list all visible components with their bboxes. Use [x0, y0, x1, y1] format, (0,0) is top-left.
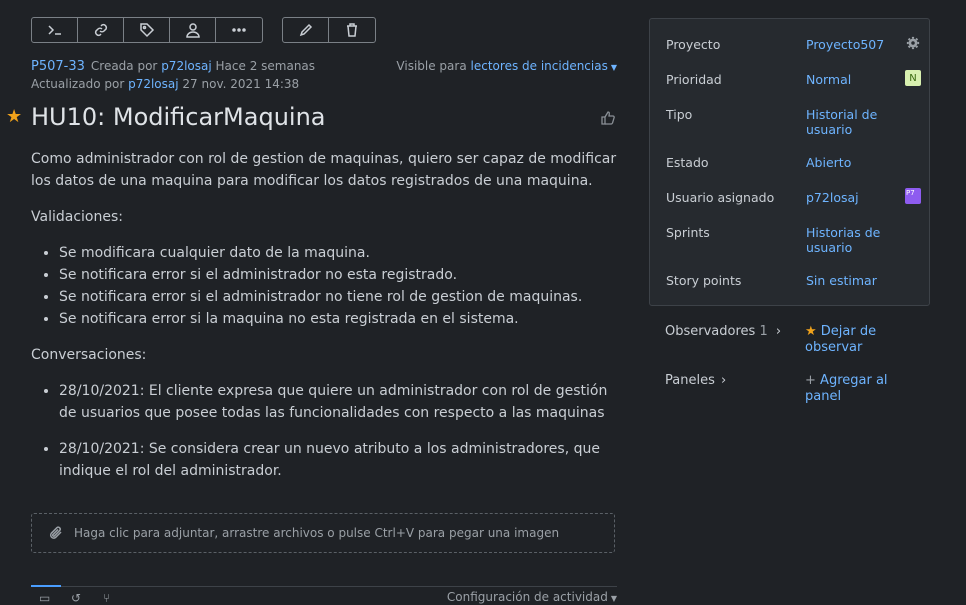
- priority-badge: N: [905, 70, 921, 86]
- conversations-heading: Conversaciones:: [31, 347, 147, 363]
- gear-icon[interactable]: [905, 35, 921, 51]
- terminal-icon: [47, 25, 61, 35]
- list-item: 28/10/2021: El cliente expresa que quier…: [59, 380, 621, 424]
- active-tab-indicator: [31, 585, 61, 587]
- star-icon: ★: [805, 324, 817, 339]
- validations-heading: Validaciones:: [31, 209, 123, 225]
- property-label: Sprints: [666, 225, 710, 240]
- issue-key[interactable]: P507-33: [31, 59, 85, 74]
- property-value[interactable]: Proyecto507: [806, 37, 898, 52]
- property-value[interactable]: Historias de usuario: [806, 225, 898, 255]
- list-item: 28/10/2021: Se considera crear un nuevo …: [59, 438, 621, 482]
- branch-tab-icon[interactable]: ⑂: [103, 591, 110, 605]
- chevron-right-icon: ›: [775, 324, 782, 339]
- property-label: Estado: [666, 155, 709, 170]
- link-button[interactable]: [78, 18, 124, 42]
- caret-down-icon: ▼: [610, 63, 617, 72]
- assign-user-button[interactable]: [170, 18, 216, 42]
- updated-time: 27 nov. 2021 14:38: [182, 77, 300, 91]
- property-value[interactable]: Sin estimar: [806, 273, 898, 288]
- created-prefix: Creada por: [90, 59, 158, 73]
- issue-meta-updated: Actualizado por p72losaj 27 nov. 2021 14…: [31, 77, 299, 91]
- history-tab-icon[interactable]: ↺: [71, 591, 81, 605]
- trash-icon: [347, 23, 357, 37]
- issue-description[interactable]: Como administrador con rol de gestion de…: [31, 148, 621, 496]
- boards-toggle[interactable]: Paneles ›: [665, 373, 726, 388]
- unwatch-button[interactable]: ★ Dejar de observar: [805, 324, 915, 356]
- property-value[interactable]: Abierto: [806, 155, 898, 170]
- delete-button[interactable]: [329, 18, 375, 42]
- issue-meta-created: P507-33 Creada por p72losaj Hace 2 semana…: [31, 59, 315, 74]
- visibility-prefix: Visible para: [396, 59, 467, 73]
- issue-title[interactable]: HU10: ModificarMaquina: [31, 103, 326, 131]
- validations-list: Se modificara cualquier dato de la maqui…: [31, 242, 621, 330]
- tag-button[interactable]: [124, 18, 170, 42]
- watchers-count: 1: [759, 324, 768, 339]
- boards-label: Paneles: [665, 373, 715, 388]
- watchers-label: Observadores: [665, 324, 756, 339]
- user-icon: [185, 23, 200, 38]
- thumbs-up-icon[interactable]: [600, 110, 616, 130]
- avatar: P7: [905, 188, 921, 204]
- issue-toolbar: [31, 17, 376, 43]
- star-icon[interactable]: ★: [6, 106, 22, 127]
- plus-icon: +: [805, 373, 816, 388]
- paperclip-icon: [49, 526, 62, 539]
- list-item: Se notificara error si el administrador …: [59, 286, 621, 308]
- list-item: Se notificara error si el administrador …: [59, 264, 621, 286]
- more-icon: [232, 28, 246, 32]
- watchers-toggle[interactable]: Observadores 1 ›: [665, 324, 781, 339]
- property-label: Prioridad: [666, 72, 722, 87]
- list-item: Se notificara error si la maquina no est…: [59, 308, 621, 330]
- property-value[interactable]: p72losaj: [806, 190, 898, 205]
- conversations-list: 28/10/2021: El cliente expresa que quier…: [31, 380, 621, 482]
- visibility-link[interactable]: lectores de incidencias: [471, 59, 608, 73]
- more-button[interactable]: [216, 18, 262, 42]
- property-label: Usuario asignado: [666, 190, 775, 205]
- edit-button-group: [282, 17, 376, 43]
- link-icon: [94, 23, 107, 37]
- add-to-board-button[interactable]: + Agregar al panel: [805, 373, 915, 405]
- created-user-link[interactable]: p72losaj: [161, 59, 212, 73]
- activity-tabs: ▭ ↺ ⑂ Configuración de actividad ▼: [31, 585, 617, 605]
- issue-properties-panel: Proyecto Proyecto507 Prioridad Normal N …: [649, 18, 930, 306]
- edit-button[interactable]: [283, 18, 329, 42]
- pencil-icon: [299, 23, 312, 37]
- list-item: Se modificara cualquier dato de la maqui…: [59, 242, 621, 264]
- description-intro: Como administrador con rol de gestion de…: [31, 151, 617, 189]
- created-time: Hace 2 semanas: [215, 59, 316, 73]
- property-label: Story points: [666, 273, 742, 288]
- command-button[interactable]: [32, 18, 78, 42]
- attachment-hint: Haga clic para adjuntar, arrastre archiv…: [74, 526, 560, 540]
- visibility-selector[interactable]: Visible para lectores de incidencias ▼: [396, 59, 617, 73]
- property-label: Proyecto: [666, 37, 721, 52]
- add-board-label: Agregar al panel: [805, 373, 888, 404]
- comment-tab-icon[interactable]: ▭: [39, 591, 50, 605]
- attachment-dropzone[interactable]: Haga clic para adjuntar, arrastre archiv…: [31, 513, 615, 553]
- property-label: Tipo: [666, 107, 693, 122]
- property-value[interactable]: Normal: [806, 72, 898, 87]
- tag-icon: [139, 23, 154, 38]
- property-value[interactable]: Historial de usuario: [806, 107, 898, 137]
- action-button-group: [31, 17, 263, 43]
- updated-prefix: Actualizado por: [31, 77, 125, 91]
- updated-user-link[interactable]: p72losaj: [128, 77, 179, 91]
- chevron-right-icon: ›: [720, 373, 727, 388]
